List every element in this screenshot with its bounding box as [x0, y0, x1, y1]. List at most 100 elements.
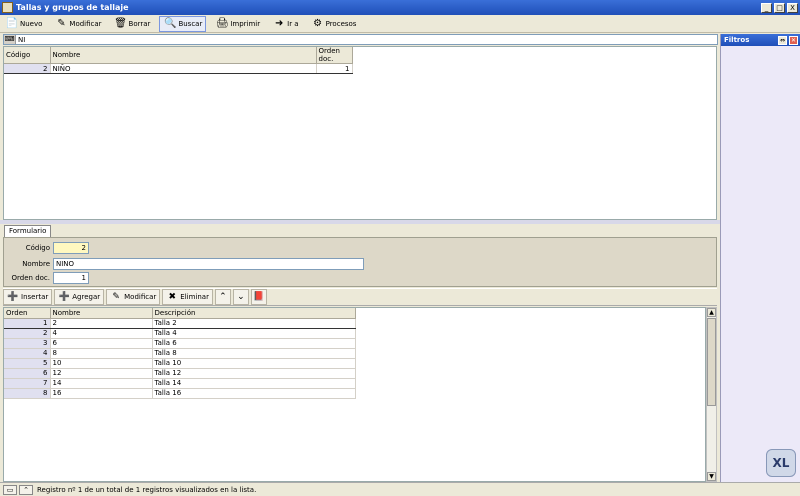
insertar-button[interactable]: ➕ Insertar — [3, 289, 53, 305]
col-codigo[interactable]: Código — [4, 47, 51, 64]
cell-descripcion[interactable]: Talla 6 — [152, 338, 356, 349]
app-icon — [2, 2, 13, 13]
cell-orden[interactable]: 1 — [4, 318, 51, 329]
agregar-label: Agregar — [72, 293, 101, 301]
orden-doc-label: Orden doc. — [11, 274, 50, 282]
status-bar: ▭ ⌃ Registro nº 1 de un total de 1 regis… — [0, 482, 800, 496]
borrar-label: Borrar — [128, 19, 151, 28]
scroll-down-arrow-icon[interactable]: ▼ — [707, 472, 716, 481]
window-icon[interactable]: ▭ — [3, 484, 17, 495]
cell-orden-doc[interactable]: 1 — [316, 63, 353, 74]
codigo-label: Código — [25, 244, 50, 252]
minimize-button[interactable]: _ — [761, 2, 772, 13]
cell-nombre[interactable]: 16 — [50, 388, 153, 399]
move-down-button[interactable]: ⌄ — [232, 289, 249, 305]
chevron-up-icon: ⌃ — [219, 292, 227, 302]
col-orden-doc[interactable]: Orden doc. — [316, 47, 353, 64]
procesos-label: Procesos — [325, 19, 357, 28]
book-button[interactable]: 📕 — [250, 289, 267, 305]
cell-descripcion[interactable]: Talla 8 — [152, 348, 356, 359]
modificar-button[interactable]: ✎ Modificar — [51, 16, 104, 32]
cell-nombre[interactable]: 14 — [50, 378, 153, 389]
move-up-button[interactable]: ⌃ — [214, 289, 231, 305]
table-row[interactable]: 4 8 Talla 8 — [4, 348, 356, 359]
agregar-button[interactable]: ➕ Agregar — [54, 289, 105, 305]
orden-doc-field[interactable] — [53, 272, 89, 284]
tab-strip: Formulario — [3, 224, 717, 237]
cell-descripcion[interactable]: Talla 16 — [152, 388, 356, 399]
cell-descripcion[interactable]: Talla 10 — [152, 358, 356, 369]
table-row[interactable]: 6 12 Talla 12 — [4, 368, 356, 379]
procesos-button[interactable]: ⚙ Procesos — [308, 16, 360, 32]
cell-descripcion[interactable]: Talla 14 — [152, 378, 356, 389]
imprimir-label: Imprimir — [230, 19, 261, 28]
cell-orden[interactable]: 3 — [4, 338, 51, 349]
col-descripcion[interactable]: Descripción — [152, 308, 356, 319]
cell-orden[interactable]: 2 — [4, 328, 51, 339]
maximize-button[interactable]: □ — [774, 2, 785, 13]
cell-nombre[interactable]: 12 — [50, 368, 153, 379]
col-nombre[interactable]: Nombre — [50, 47, 317, 64]
cell-orden[interactable]: 6 — [4, 368, 51, 379]
table-row[interactable]: 7 14 Talla 14 — [4, 378, 356, 389]
search-icon: 🔍 — [164, 18, 177, 29]
eliminar-button[interactable]: ✖ Eliminar — [162, 289, 213, 305]
cell-nombre[interactable]: NIÑO — [50, 63, 317, 74]
ir-a-button[interactable]: ➜ Ir a — [269, 16, 301, 32]
filters-header: Filtros ⇔ ✕ — [721, 34, 800, 46]
delete-icon: 🗑 — [114, 18, 127, 29]
tab-formulario[interactable]: Formulario — [4, 225, 52, 237]
chevron-up-icon[interactable]: ⌃ — [19, 484, 33, 495]
close-button[interactable]: X — [787, 2, 798, 13]
col-nombre[interactable]: Nombre — [50, 308, 153, 319]
modificar-detail-button[interactable]: ✎ Modificar — [106, 289, 161, 305]
filters-title: Filtros — [724, 36, 750, 44]
cell-nombre[interactable]: 2 — [50, 318, 153, 329]
keyboard-icon[interactable]: ⌨ — [4, 35, 16, 44]
book-icon: 📕 — [253, 292, 265, 302]
cell-descripcion[interactable]: Talla 4 — [152, 328, 356, 339]
col-orden[interactable]: Orden — [4, 308, 51, 319]
cell-orden[interactable]: 4 — [4, 348, 51, 359]
pin-icon[interactable]: ⇔ — [778, 35, 787, 45]
goto-icon: ➜ — [274, 18, 284, 29]
process-icon: ⚙ — [313, 18, 323, 29]
borrar-button[interactable]: 🗑 Borrar — [111, 16, 154, 32]
nuevo-button[interactable]: 📄 Nuevo — [2, 16, 45, 32]
window-title: Tallas y grupos de tallaje — [16, 3, 129, 12]
cell-nombre[interactable]: 6 — [50, 338, 153, 349]
cell-orden[interactable]: 8 — [4, 388, 51, 399]
cell-descripcion[interactable]: Talla 12 — [152, 368, 356, 379]
imprimir-button[interactable]: 🖨 Imprimir — [212, 16, 263, 32]
cell-codigo[interactable]: 2 — [4, 63, 51, 74]
nuevo-label: Nuevo — [20, 19, 43, 28]
cell-nombre[interactable]: 10 — [50, 358, 153, 369]
print-icon: 🖨 — [215, 18, 229, 29]
cell-orden[interactable]: 5 — [4, 358, 51, 369]
buscar-button[interactable]: 🔍 Buscar — [159, 15, 207, 32]
chevron-down-icon: ⌄ — [237, 292, 245, 302]
eliminar-label: Eliminar — [180, 293, 209, 301]
scroll-up-arrow-icon[interactable]: ▲ — [707, 308, 716, 317]
table-row[interactable]: 5 10 Talla 10 — [4, 358, 356, 369]
cell-orden[interactable]: 7 — [4, 378, 51, 389]
sizes-table: Orden Nombre Descripción 1 2 Talla 2 2 4 Tal… — [4, 308, 356, 399]
codigo-field[interactable] — [53, 242, 89, 254]
close-icon[interactable]: ✕ — [789, 35, 798, 45]
cell-nombre[interactable]: 4 — [50, 328, 153, 339]
nombre-field[interactable] — [53, 258, 364, 270]
table-row[interactable]: 2 4 Talla 4 — [4, 328, 356, 339]
table-row[interactable]: 2 NIÑO 1 — [4, 63, 353, 74]
vertical-scrollbar[interactable]: ▲ ▼ — [706, 307, 717, 482]
table-row[interactable]: 3 6 Talla 6 — [4, 338, 356, 349]
records-table: Código Nombre Orden doc. 2 NIÑO 1 — [4, 47, 353, 74]
search-input[interactable] — [16, 35, 706, 44]
nombre-label: Nombre — [22, 260, 50, 268]
table-row[interactable]: 8 16 Talla 16 — [4, 388, 356, 399]
cell-descripcion[interactable]: Talla 2 — [152, 318, 356, 329]
modificar-detail-label: Modificar — [124, 293, 157, 301]
edit-icon: ✎ — [57, 18, 66, 29]
cell-nombre[interactable]: 8 — [50, 348, 153, 359]
scroll-thumb[interactable] — [707, 318, 716, 406]
table-row[interactable]: 1 2 Talla 2 — [4, 318, 356, 329]
